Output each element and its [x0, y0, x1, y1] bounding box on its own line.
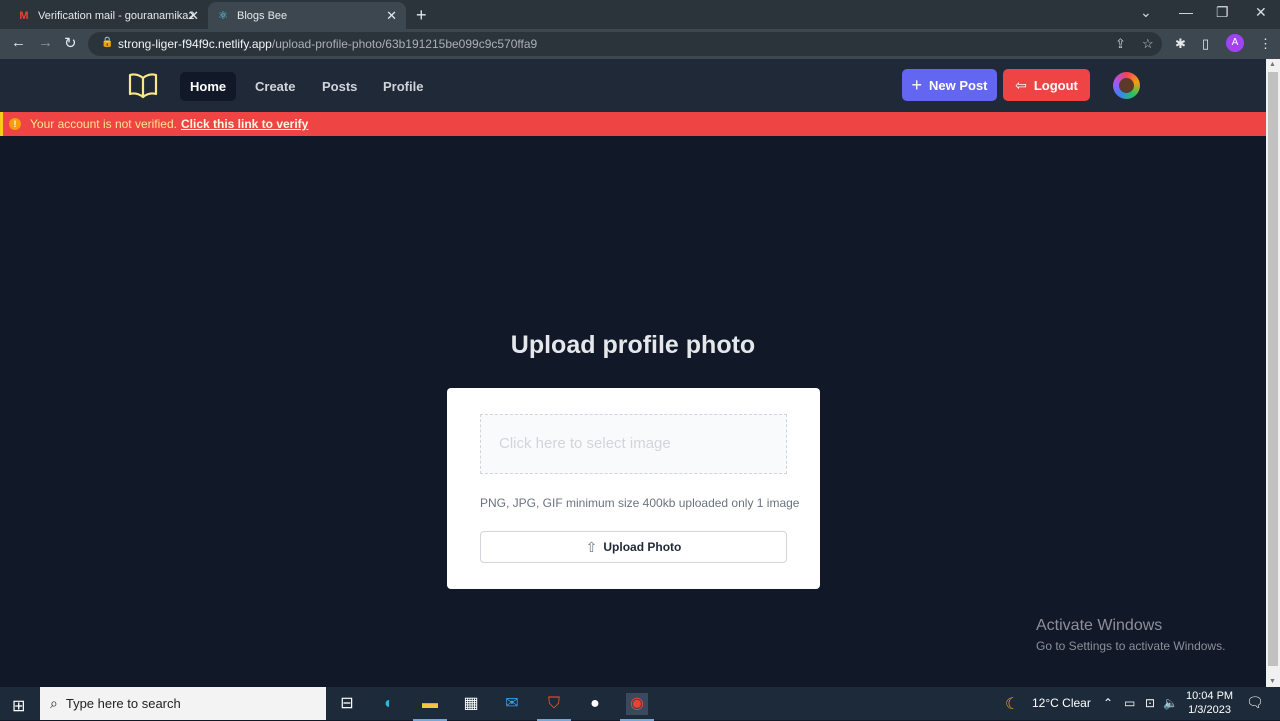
mongodb-compass-icon[interactable]: ●	[584, 693, 606, 715]
menu-icon[interactable]: ⋮	[1259, 36, 1272, 52]
new-post-button[interactable]: + New Post	[902, 69, 997, 101]
nav-create[interactable]: Create	[245, 72, 305, 101]
page-scrollbar[interactable]: ▲ ▼	[1266, 59, 1280, 687]
url-text[interactable]: strong-liger-f94f9c.netlify.app/upload-p…	[118, 37, 537, 51]
image-dropzone[interactable]: Click here to select image	[480, 414, 787, 474]
battery-icon[interactable]: ▭	[1124, 696, 1135, 710]
book-logo-icon[interactable]	[128, 72, 158, 100]
address-bar[interactable]: 🔒 strong-liger-f94f9c.netlify.app/upload…	[88, 32, 1162, 56]
user-avatar[interactable]	[1113, 72, 1140, 99]
new-tab-button[interactable]: +	[416, 5, 427, 26]
app-navbar: Home Create Posts Profile + New Post ⇦ L…	[0, 59, 1266, 112]
edge-icon[interactable]: ◐	[378, 693, 400, 715]
warning-icon: !	[9, 118, 21, 130]
weather-text[interactable]: 12°C Clear	[1032, 696, 1091, 710]
lock-icon: 🔒	[101, 37, 114, 48]
close-window-button[interactable]: ✕	[1255, 4, 1267, 21]
tab-title: Verification mail - gouranamika2	[38, 9, 195, 22]
tab-title: Blogs Bee	[237, 9, 288, 22]
notifications-icon[interactable]: 🗨	[1246, 694, 1264, 711]
search-icon: ⌕	[50, 695, 58, 711]
show-hidden-icons[interactable]: ⌃	[1103, 696, 1113, 710]
store-icon[interactable]: ▦	[460, 693, 482, 715]
moon-weather-icon: ☾	[1005, 696, 1020, 713]
mail-icon[interactable]: ✉	[501, 693, 523, 715]
activate-windows-watermark: Activate Windows Go to Settings to activ…	[1036, 617, 1226, 653]
extensions-icon[interactable]: ✱	[1175, 36, 1186, 52]
brave-icon[interactable]: ⛉	[537, 693, 571, 721]
windows-start-icon[interactable]: ⊞	[12, 696, 25, 716]
nav-profile[interactable]: Profile	[373, 72, 433, 101]
upload-photo-button[interactable]: ⇧ Upload Photo	[480, 531, 787, 563]
file-explorer-icon[interactable]: ▬	[413, 693, 447, 721]
taskbar-search[interactable]: ⌕ Type here to search	[40, 687, 326, 720]
react-icon: ⚛	[218, 10, 228, 22]
scroll-down-icon[interactable]: ▼	[1269, 678, 1276, 685]
browser-tab-bar: M Verification mail - gouranamika2 ✕ ⚛ B…	[0, 0, 1280, 29]
volume-icon[interactable]: 🔈	[1163, 696, 1178, 710]
close-tab-icon[interactable]: ✕	[188, 8, 199, 24]
logout-icon: ⇦	[1015, 76, 1027, 93]
page-title: Upload profile photo	[510, 331, 756, 359]
bookmark-star-icon[interactable]: ☆	[1142, 36, 1154, 52]
scroll-up-icon[interactable]: ▲	[1269, 61, 1276, 68]
minimize-button[interactable]: —	[1179, 4, 1193, 20]
upload-card: Click here to select image PNG, JPG, GIF…	[447, 388, 820, 589]
tab-search-icon[interactable]: ⌄	[1140, 4, 1152, 21]
upload-icon: ⇧	[585, 538, 598, 555]
tab-blogs-bee[interactable]: ⚛ Blogs Bee ✕	[208, 2, 406, 29]
reload-icon[interactable]: ↻	[64, 34, 77, 52]
share-icon[interactable]: ⇪	[1115, 36, 1126, 52]
tab-verification-mail[interactable]: M Verification mail - gouranamika2 ✕	[8, 2, 208, 29]
banner-message: Your account is not verified.	[30, 117, 177, 131]
network-icon[interactable]: ⊡	[1145, 696, 1155, 710]
verification-banner: ! Your account is not verified. Click th…	[0, 112, 1266, 136]
forward-icon[interactable]: →	[38, 34, 53, 51]
close-tab-icon[interactable]: ✕	[386, 8, 397, 24]
taskbar-clock[interactable]: 10:04 PM 1/3/2023	[1186, 689, 1233, 717]
chrome-icon[interactable]: ◉	[620, 693, 654, 721]
task-view-icon[interactable]: ⊟	[336, 693, 358, 715]
back-icon[interactable]: ←	[11, 34, 26, 51]
scrollbar-thumb[interactable]	[1268, 72, 1278, 666]
nav-posts[interactable]: Posts	[312, 72, 367, 101]
verify-link[interactable]: Click this link to verify	[181, 117, 308, 131]
nav-home[interactable]: Home	[180, 72, 237, 101]
browser-toolbar: ← → ↻ 🔒 strong-liger-f94f9c.netlify.app/…	[0, 29, 1280, 59]
logout-button[interactable]: ⇦ Logout	[1003, 69, 1090, 101]
windows-taskbar: ⊞ ⌕ Type here to search ⊟ ◐ ▬ ▦ ✉ ⛉ ● ◉ …	[0, 687, 1280, 721]
side-panel-icon[interactable]: ▯	[1202, 36, 1209, 52]
maximize-button[interactable]: ❐	[1216, 4, 1229, 21]
upload-hint: PNG, JPG, GIF minimum size 400kb uploade…	[480, 496, 800, 510]
profile-avatar[interactable]: A	[1226, 34, 1244, 52]
gmail-icon: M	[19, 9, 29, 22]
plus-icon: +	[911, 74, 922, 95]
